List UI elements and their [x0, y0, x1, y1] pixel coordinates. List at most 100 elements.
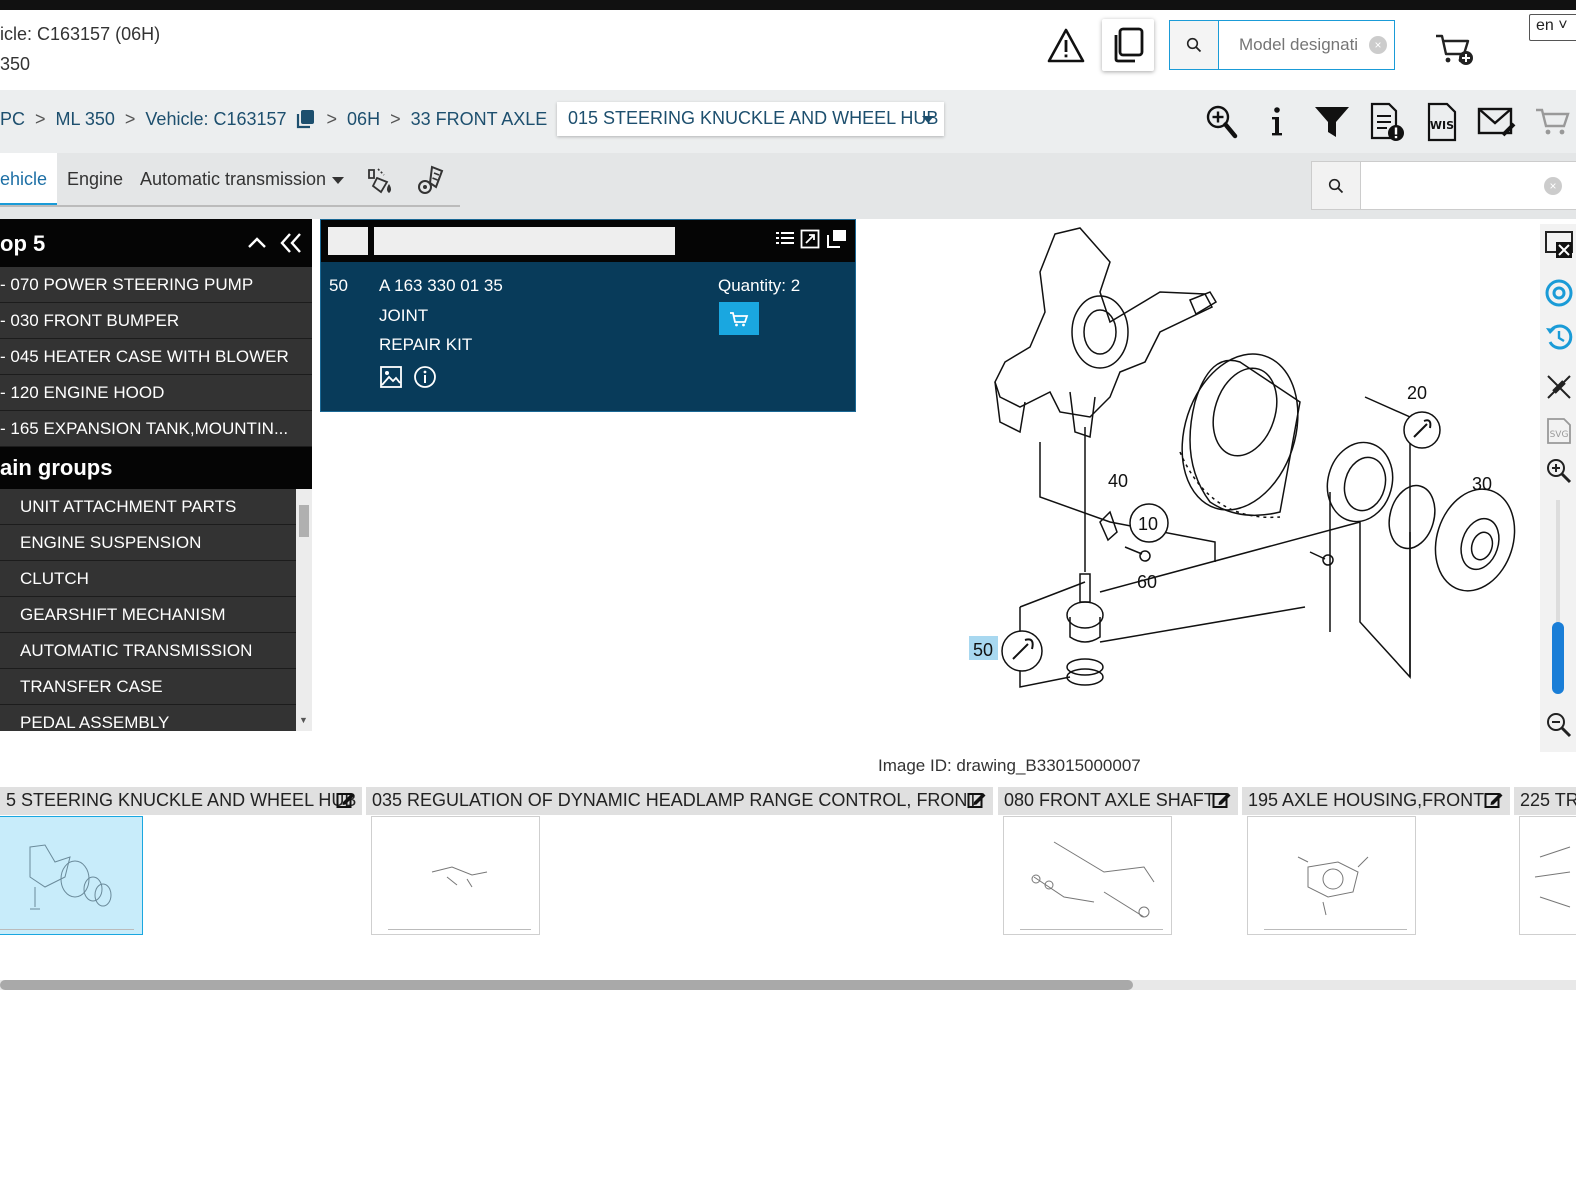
- expand-icon[interactable]: [800, 229, 820, 249]
- wis-button[interactable]: WIS: [1420, 100, 1464, 144]
- copy-icon: [1114, 27, 1144, 63]
- tab-search-button[interactable]: [1312, 162, 1361, 209]
- info-button[interactable]: [1255, 100, 1299, 144]
- mail-button[interactable]: [1475, 100, 1519, 144]
- close-drawing-icon[interactable]: [1544, 230, 1574, 260]
- callout-50[interactable]: 50: [973, 640, 993, 660]
- parts-drawing[interactable]: 20 30 40 10 60 50: [960, 222, 1530, 722]
- zoom-slider-handle[interactable]: [1552, 622, 1564, 694]
- scrollbar-thumb[interactable]: [0, 980, 1133, 990]
- history-icon[interactable]: [1544, 322, 1574, 352]
- edit-icon[interactable]: [1484, 791, 1504, 809]
- main-group-item[interactable]: GEARSHIFT MECHANISM: [0, 597, 296, 633]
- scrollbar-thumb[interactable]: [299, 505, 309, 537]
- document-alert-button[interactable]: [1365, 100, 1409, 144]
- language-select[interactable]: en ˅: [1529, 14, 1576, 41]
- top5-item[interactable]: - 070 POWER STEERING PUMP: [0, 267, 312, 303]
- part-position: 50: [329, 276, 348, 295]
- thumbnail-tab[interactable]: 195 AXLE HOUSING,FRONT: [1242, 787, 1510, 815]
- clear-icon[interactable]: ×: [1544, 177, 1562, 195]
- thumbnail-image: [29, 844, 112, 910]
- copy-vin-icon[interactable]: [295, 108, 317, 130]
- main-group-item[interactable]: UNIT ATTACHMENT PARTS: [0, 489, 296, 525]
- top5-item[interactable]: - 165 EXPANSION TANK,MOUNTIN...: [0, 411, 312, 447]
- collapse-up-icon[interactable]: [246, 231, 268, 253]
- info-icon: [1272, 107, 1282, 136]
- image-icon[interactable]: [379, 365, 403, 389]
- subgroup-dropdown-label: 015 STEERING KNUCKLE AND WHEEL HUB: [568, 108, 939, 128]
- thumbnail[interactable]: [1003, 816, 1172, 935]
- main-group-item[interactable]: CLUTCH: [0, 561, 296, 597]
- tab-transmission-label: Automatic transmission: [140, 169, 327, 189]
- search-button[interactable]: [1170, 21, 1219, 69]
- double-chevron-left-icon[interactable]: [278, 231, 304, 255]
- thumbnail[interactable]: [1519, 816, 1576, 935]
- top5-item[interactable]: - 030 FRONT BUMPER: [0, 303, 312, 339]
- edit-icon[interactable]: [967, 791, 987, 809]
- main-group-item[interactable]: PEDAL ASSEMBLY: [0, 705, 296, 731]
- part-sub-description: REPAIR KIT: [379, 335, 473, 354]
- callout-20[interactable]: 20: [1407, 383, 1427, 403]
- zoom-out-icon[interactable]: [1544, 710, 1574, 740]
- breadcrumb-code[interactable]: 06H: [347, 109, 380, 130]
- tab-transmission[interactable]: Automatic transmission: [140, 153, 345, 205]
- breadcrumb-pc[interactable]: PC: [0, 109, 25, 130]
- unpin-icon[interactable]: [1544, 372, 1574, 402]
- mail-icon: [1477, 107, 1516, 137]
- main-group-item[interactable]: AUTOMATIC TRANSMISSION: [0, 633, 296, 669]
- parts-view-controls: [775, 229, 847, 249]
- list-view-icon[interactable]: [775, 229, 795, 249]
- edit-icon[interactable]: [1212, 791, 1232, 809]
- tab-vehicle[interactable]: ehicle: [0, 153, 57, 205]
- svg-export-icon[interactable]: SVG: [1544, 416, 1574, 446]
- search-icon: [1328, 178, 1344, 193]
- thumbnail[interactable]: [371, 816, 540, 935]
- breadcrumb-group[interactable]: 33 FRONT AXLE: [411, 109, 548, 130]
- scroll-down-icon[interactable]: ▼: [299, 715, 308, 725]
- drawing-tools: SVG: [1540, 224, 1576, 752]
- thumbnail[interactable]: [1247, 816, 1416, 935]
- thumbnail-tab[interactable]: 035 REGULATION OF DYNAMIC HEADLAMP RANGE…: [366, 787, 993, 815]
- thumbnail-selected[interactable]: [0, 816, 143, 935]
- thumbnail-scrollbar[interactable]: [0, 980, 1576, 990]
- main-group-item[interactable]: TRANSFER CASE: [0, 669, 296, 705]
- main-group-item[interactable]: ENGINE SUSPENSION: [0, 525, 296, 561]
- top5-item[interactable]: - 120 ENGINE HOOD: [0, 375, 312, 411]
- parts-icon[interactable]: [416, 165, 446, 197]
- breadcrumb-model[interactable]: ML 350: [56, 109, 115, 130]
- tab-search-input[interactable]: [1361, 162, 1541, 209]
- callout-10[interactable]: 10: [1138, 514, 1158, 534]
- cart-add-icon[interactable]: [1434, 32, 1476, 68]
- tab-engine[interactable]: Engine: [67, 153, 123, 205]
- clear-icon[interactable]: ×: [1369, 36, 1387, 54]
- zoom-in-icon[interactable]: [1544, 456, 1574, 486]
- warning-icon[interactable]: [1046, 26, 1086, 66]
- edit-icon[interactable]: [336, 791, 356, 809]
- model-search-input[interactable]: [1219, 21, 1369, 69]
- part-filter-input[interactable]: [374, 227, 675, 255]
- part-quantity: Quantity: 2: [718, 276, 801, 295]
- chevron-down-icon: [332, 176, 345, 184]
- thumbnail-tab[interactable]: 5 STEERING KNUCKLE AND WHEEL HUB: [0, 787, 362, 815]
- paint-icon[interactable]: [365, 166, 397, 196]
- filter-button[interactable]: [1310, 100, 1354, 144]
- add-to-cart-button[interactable]: [719, 302, 759, 335]
- thumbnail-tab[interactable]: 080 FRONT AXLE SHAFT: [998, 787, 1238, 815]
- callout-40[interactable]: 40: [1108, 471, 1128, 491]
- zoom-in-button[interactable]: [1200, 100, 1244, 144]
- top5-item[interactable]: - 045 HEATER CASE WITH BLOWER: [0, 339, 312, 375]
- subgroup-dropdown[interactable]: 015 STEERING KNUCKLE AND WHEEL HUB: [557, 102, 944, 136]
- detach-window-icon[interactable]: [825, 229, 847, 249]
- callout-60[interactable]: 60: [1137, 572, 1157, 592]
- copy-button[interactable]: [1102, 19, 1154, 71]
- position-filter-input[interactable]: [328, 227, 368, 255]
- chevron-down-icon: [922, 116, 934, 123]
- breadcrumb-vehicle[interactable]: Vehicle: C163157: [145, 109, 286, 130]
- target-icon[interactable]: [1544, 278, 1574, 308]
- callout-30[interactable]: 30: [1472, 474, 1492, 494]
- cart-button[interactable]: [1530, 100, 1574, 144]
- image-id: Image ID: drawing_B33015000007: [878, 756, 1141, 775]
- thumbnail-tab[interactable]: 225 TR: [1514, 787, 1576, 815]
- main-groups-scrollbar[interactable]: ▼: [296, 489, 312, 731]
- info-icon[interactable]: [413, 365, 437, 389]
